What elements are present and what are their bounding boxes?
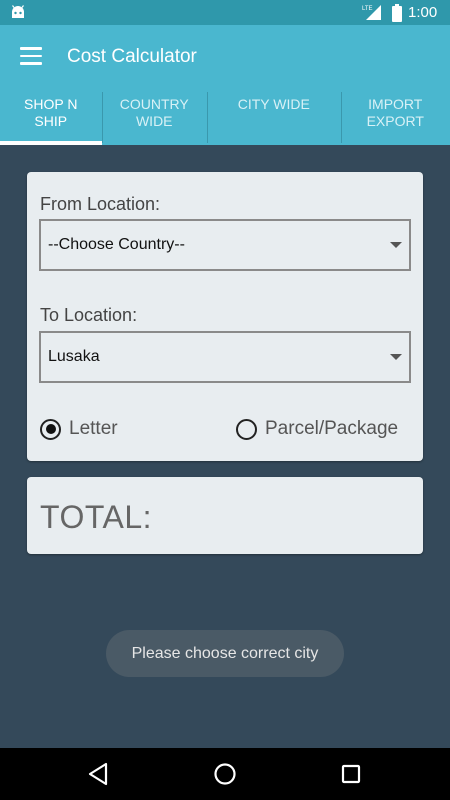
back-icon[interactable] bbox=[87, 762, 109, 786]
battery-icon bbox=[392, 4, 402, 22]
radio-letter[interactable]: Letter bbox=[40, 418, 118, 440]
from-location-value: --Choose Country-- bbox=[48, 236, 185, 253]
radio-parcel-label: Parcel/Package bbox=[265, 418, 399, 439]
to-location-select[interactable]: Lusaka bbox=[39, 331, 411, 383]
tab-bar: SHOP N SHIP COUNTRY WIDE CITY WIDE IMPOR… bbox=[0, 90, 450, 145]
app-bar: Cost Calculator bbox=[0, 25, 450, 90]
lte-signal-icon: LTE bbox=[362, 5, 381, 20]
tab-label: CITY WIDE bbox=[237, 96, 310, 112]
app-title: Cost Calculator bbox=[67, 46, 197, 67]
radio-unchecked-icon bbox=[236, 418, 257, 440]
status-clock: 1:00 bbox=[408, 4, 438, 21]
navigation-bar bbox=[0, 748, 450, 800]
location-form-card: From Location: --Choose Country-- To Loc… bbox=[27, 172, 423, 461]
total-label: TOTAL: bbox=[40, 499, 153, 535]
tab-country-wide[interactable]: COUNTRY WIDE bbox=[101, 90, 208, 145]
menu-icon[interactable] bbox=[20, 47, 42, 65]
toast-message: Please choose correct city bbox=[106, 630, 344, 677]
radio-letter-label: Letter bbox=[69, 418, 118, 439]
tab-label: IMPORT EXPORT bbox=[366, 96, 424, 129]
status-bar: LTE 1:00 bbox=[0, 0, 450, 25]
to-location-label: To Location: bbox=[40, 305, 138, 325]
recents-icon[interactable] bbox=[341, 762, 361, 786]
tab-label: COUNTRY WIDE bbox=[119, 96, 189, 129]
network-type: LTE bbox=[362, 6, 373, 12]
tab-city-wide[interactable]: CITY WIDE bbox=[207, 90, 341, 145]
from-location-select[interactable]: --Choose Country-- bbox=[39, 219, 411, 271]
tab-shop-n-ship[interactable]: SHOP N SHIP bbox=[0, 90, 102, 145]
dropdown-arrow-icon bbox=[390, 242, 402, 248]
tab-import-export[interactable]: IMPORT EXPORT bbox=[340, 90, 450, 145]
radio-checked-icon bbox=[40, 418, 61, 440]
android-icon bbox=[12, 5, 24, 18]
total-card: TOTAL: bbox=[27, 477, 423, 554]
dropdown-arrow-icon bbox=[390, 354, 402, 360]
to-location-value: Lusaka bbox=[48, 348, 100, 365]
radio-parcel-package[interactable]: Parcel/Package bbox=[236, 418, 398, 440]
from-location-label: From Location: bbox=[40, 194, 161, 214]
tab-label: SHOP N SHIP bbox=[24, 96, 78, 129]
home-icon[interactable] bbox=[213, 762, 237, 786]
